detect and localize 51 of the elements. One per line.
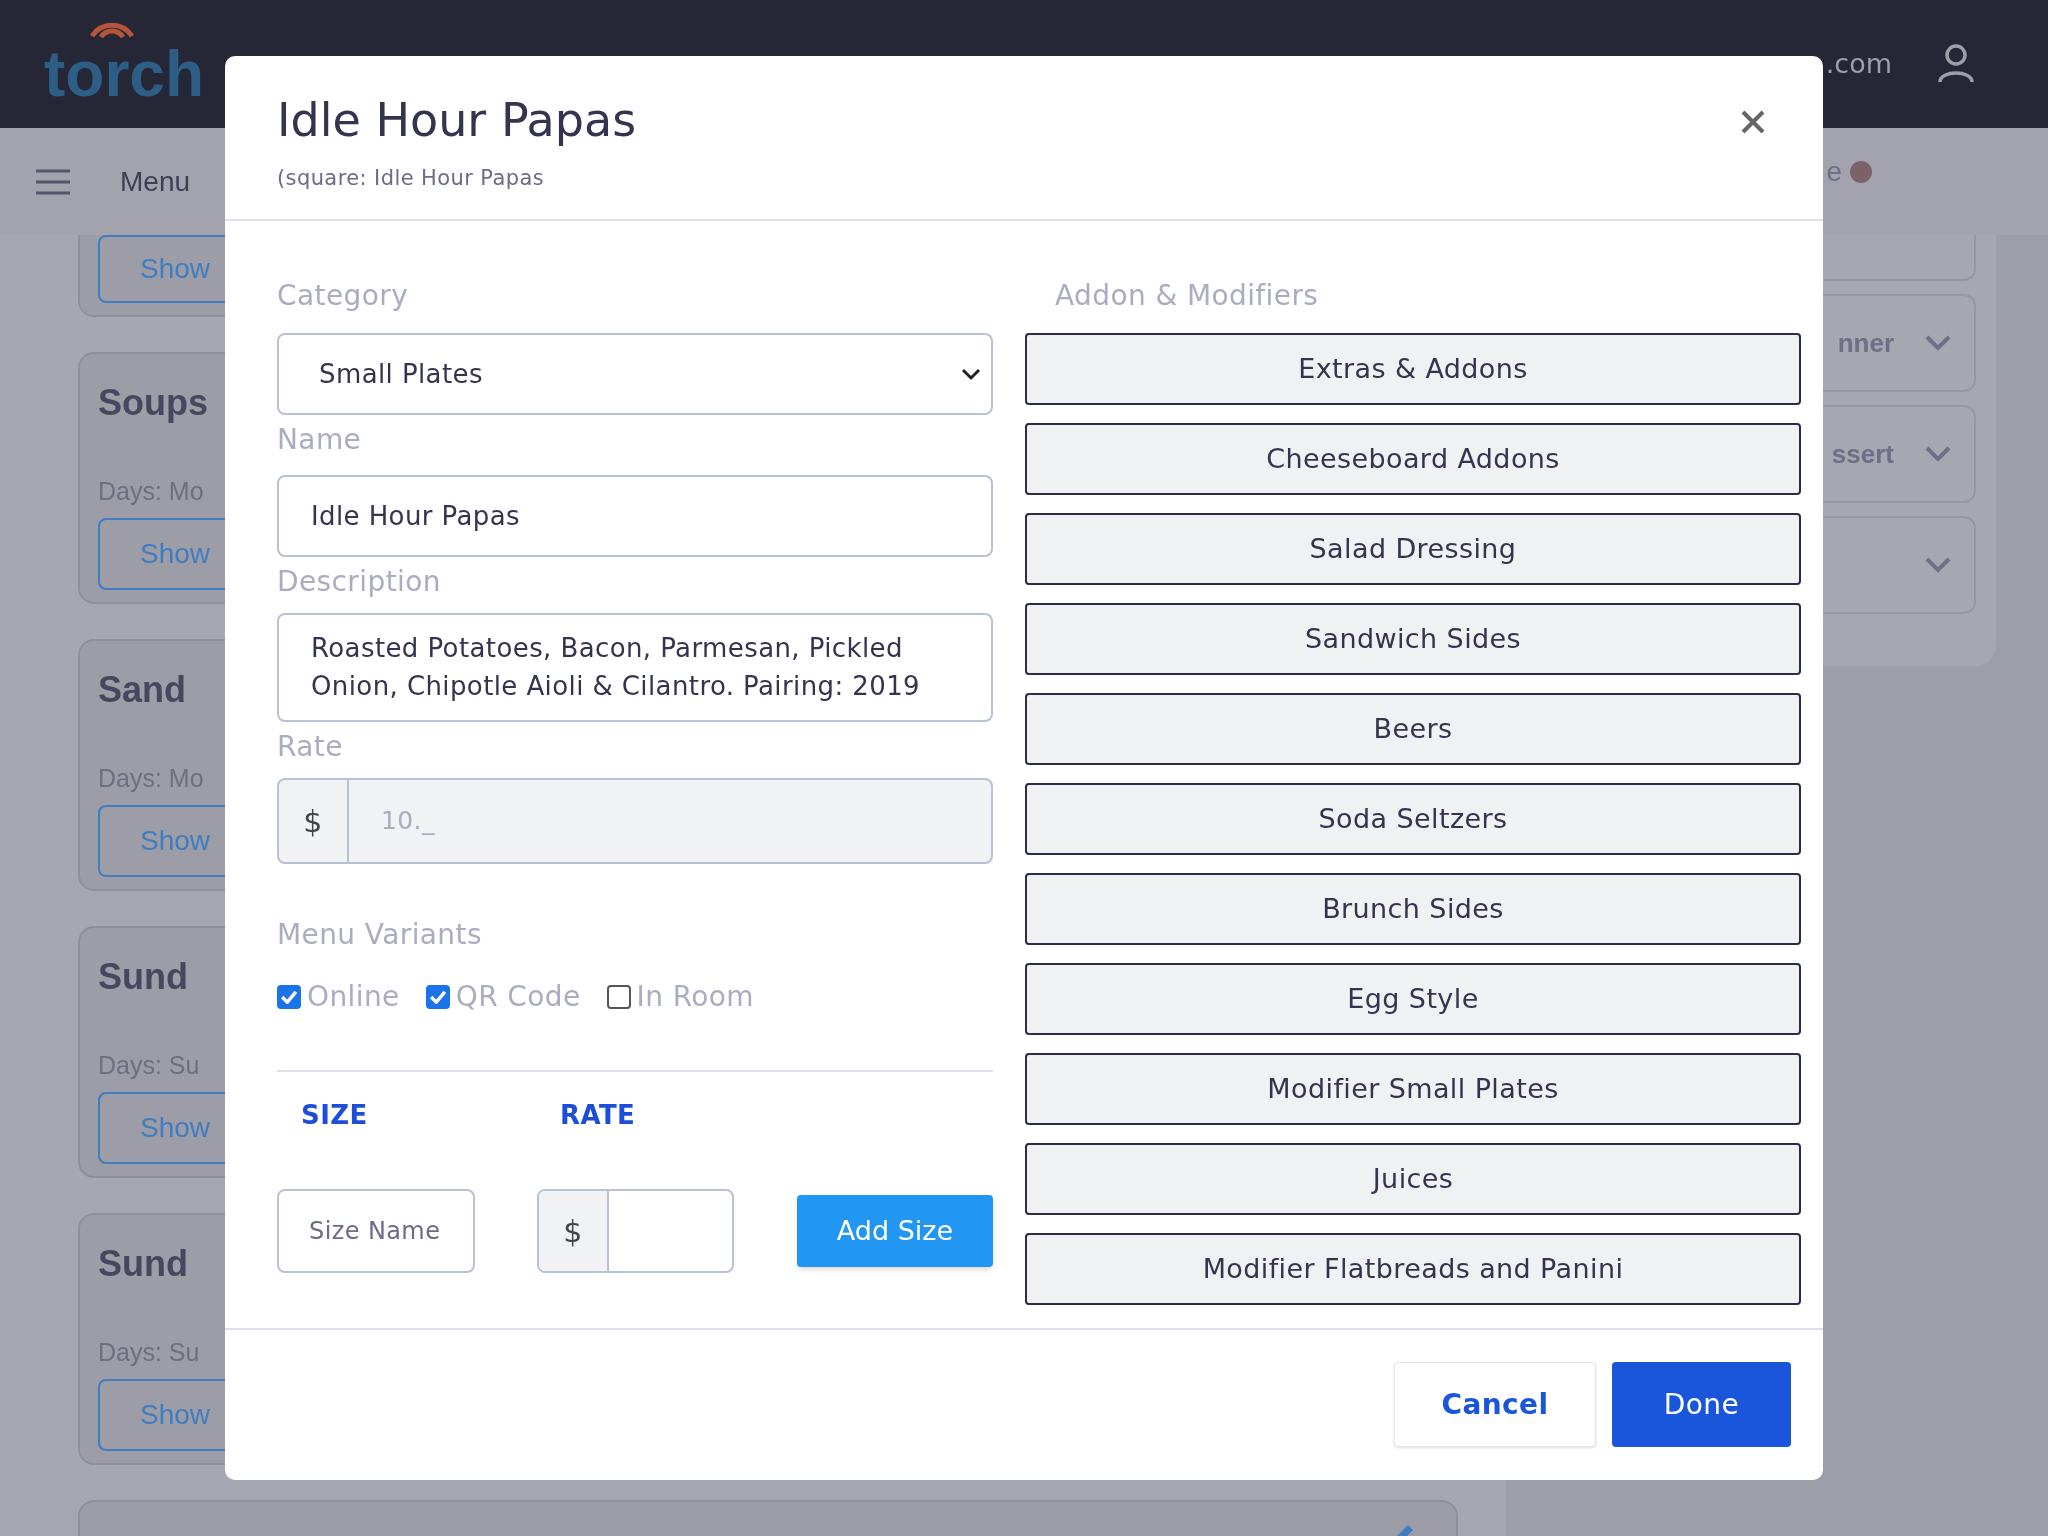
modifier-button[interactable]: Modifier Flatbreads and Panini [1025,1233,1801,1305]
modifier-button[interactable]: Modifier Small Plates [1025,1053,1801,1125]
modifier-button[interactable]: Extras & Addons [1025,333,1801,405]
modifier-button[interactable]: Soda Seltzers [1025,783,1801,855]
currency-prefix: $ [539,1191,609,1271]
checkbox[interactable] [425,985,450,1009]
done-button[interactable]: Done [1612,1362,1791,1447]
chevron-down-icon [961,367,981,381]
logo-text: torch [44,42,204,106]
field-label: Category [277,278,410,314]
field-label: Rate [277,729,344,765]
category-select[interactable]: Small Plates [277,333,993,415]
card-title: Soups [98,381,208,425]
chevron-down-icon [1924,445,1952,463]
size-name-field[interactable]: Size Name [277,1189,475,1273]
description-field[interactable]: Roasted Potatoes, Bacon, Parmesan, Pickled Onion, Chipotle Aioli & Cilantro. Pairing: 2019 [277,613,993,722]
modal-title: Idle Hour Papas [277,92,637,149]
rate-placeholder: 10._ [380,805,435,838]
name-field[interactable]: Idle Hour Papas [277,475,993,557]
chevron-down-icon [1924,556,1952,574]
column-header: SIZE [300,1099,369,1132]
cancel-button[interactable]: Cancel [1394,1362,1596,1447]
checkmark-icon [429,990,446,1004]
card-title: Sund [98,1242,188,1286]
card-title: Sund [98,955,188,999]
checkmark-icon [281,990,297,1004]
card-title: Sand [98,668,186,712]
modifier-button[interactable]: Salad Dressing [1025,513,1801,585]
modifier-button[interactable]: Brunch Sides [1025,873,1801,945]
column-header: RATE [560,1099,636,1132]
category-title: nner [1837,326,1894,360]
rate-field[interactable]: $ 10._ [277,778,993,864]
modifier-button[interactable]: Juices [1025,1143,1801,1215]
field-label: Description [277,564,442,600]
modifier-button[interactable]: Egg Style [1025,963,1801,1035]
size-rate-field[interactable]: $ [537,1189,734,1273]
account-email: .com [1825,46,1892,81]
checkbox[interactable] [606,985,631,1009]
modifier-button[interactable]: Cheeseboard Addons [1025,423,1801,495]
menu-icon[interactable] [36,167,70,196]
modifier-button[interactable]: Sandwich Sides [1025,603,1801,675]
section-label: Addon & Modifiers [1055,278,1320,314]
category-title: ssert [1831,437,1894,471]
currency-prefix: $ [279,780,349,862]
modal-subtitle: (square: Idle Hour Papas [277,165,546,192]
menu-title: Menu [120,164,191,199]
modifier-button[interactable]: Beers [1025,693,1801,765]
checkbox[interactable] [277,985,301,1009]
section-label: Menu Variants [277,917,483,953]
field-label: Name [277,422,363,458]
chevron-down-icon [1924,334,1952,352]
